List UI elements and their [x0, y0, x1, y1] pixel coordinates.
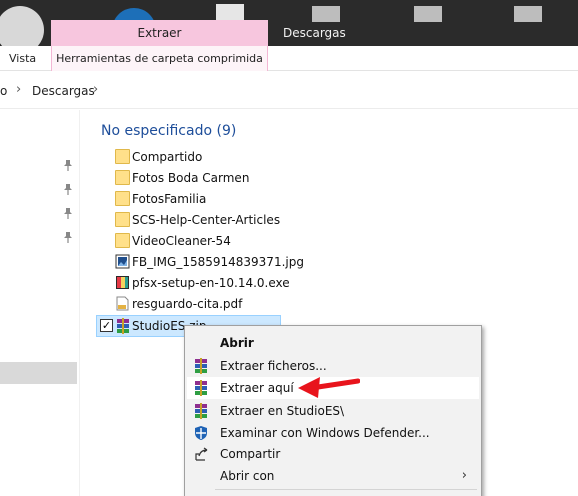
file-name: Compartido [132, 150, 203, 164]
menu-item-examinar-defender[interactable]: Examinar con Windows Defender... [187, 422, 479, 444]
breadcrumb-descargas[interactable]: Descargas [32, 84, 95, 98]
tab-vista[interactable]: Vista [9, 52, 36, 65]
windows-defender-icon [195, 426, 207, 440]
chevron-right-icon[interactable]: › [93, 82, 98, 97]
share-icon [195, 447, 208, 461]
list-item[interactable]: VideoCleaner-54 [113, 231, 313, 252]
title-strip: Extraer Descargas [0, 0, 578, 46]
menu-item-label: Compartir [220, 447, 281, 461]
ribbon-tab-bar: Vista Herramientas de carpeta comprimida [0, 46, 578, 71]
navigation-pane [0, 110, 80, 496]
list-item[interactable]: Compartido [113, 147, 313, 168]
menu-item-label: Abrir con [220, 469, 275, 483]
list-item[interactable]: pfsx-setup-en-10.14.0.exe [113, 273, 313, 294]
pdf-file-icon [116, 296, 129, 311]
desktop-icon-6 [514, 6, 542, 22]
annotation-arrow-icon [298, 377, 360, 398]
item-checkbox[interactable]: ✓ [100, 319, 113, 332]
menu-item-label: Abrir [220, 336, 254, 350]
pin-icon[interactable] [63, 159, 73, 171]
chevron-right-icon[interactable]: › [16, 82, 21, 97]
tab-extraer[interactable]: Extraer [51, 20, 268, 46]
menu-item-label: Extraer aquí [220, 381, 294, 395]
pin-icon[interactable] [63, 231, 73, 243]
pin-icon[interactable] [63, 207, 73, 219]
window-title-descargas: Descargas [283, 26, 346, 40]
menu-item-label: Extraer en StudioES\ [220, 404, 345, 418]
winrar-icon [195, 403, 207, 419]
folder-icon [115, 170, 130, 185]
image-file-icon [115, 254, 130, 269]
file-name: VideoCleaner-54 [132, 234, 231, 248]
winrar-archive-icon [117, 318, 129, 334]
menu-separator [215, 489, 477, 490]
desktop-icon-1 [0, 6, 44, 46]
menu-item-label: Examinar con Windows Defender... [220, 426, 430, 440]
menu-item-extraer-ficheros[interactable]: Extraer ficheros... [187, 355, 479, 377]
nav-selected-item[interactable] [0, 362, 77, 384]
file-name: pfsx-setup-en-10.14.0.exe [132, 276, 290, 290]
context-menu: Abrir Extraer ficheros... Extraer aquí E… [184, 325, 482, 496]
menu-item-label: Extraer ficheros... [220, 359, 327, 373]
list-item[interactable]: Fotos Boda Carmen [113, 168, 313, 189]
folder-icon [115, 212, 130, 227]
breadcrumb-previous[interactable]: o [0, 84, 7, 98]
desktop-icon-5 [414, 6, 442, 22]
pin-icon[interactable] [63, 183, 73, 195]
group-header[interactable]: No especificado (9) [101, 123, 236, 139]
menu-item-abrir[interactable]: Abrir [187, 332, 479, 354]
list-item[interactable]: FotosFamilia [113, 189, 313, 210]
folder-icon [115, 149, 130, 164]
file-name: Fotos Boda Carmen [132, 171, 250, 185]
folder-icon [115, 191, 130, 206]
file-name: FB_IMG_1585914839371.jpg [132, 255, 304, 269]
list-item[interactable]: resguardo-cita.pdf [113, 294, 313, 315]
menu-item-compartir[interactable]: Compartir [187, 443, 479, 465]
address-bar[interactable]: o › Descargas › [0, 71, 578, 109]
menu-item-extraer-en-studioes[interactable]: Extraer en StudioES\ [187, 400, 479, 422]
chevron-right-icon: › [461, 468, 467, 483]
menu-item-abrir-con[interactable]: Abrir con › [187, 465, 479, 487]
winrar-icon [195, 380, 207, 396]
file-name: resguardo-cita.pdf [132, 297, 243, 311]
winrar-icon [195, 358, 207, 374]
list-item[interactable]: FB_IMG_1585914839371.jpg [113, 252, 313, 273]
file-name: FotosFamilia [132, 192, 207, 206]
tab-herramientas-carpeta-comprimida[interactable]: Herramientas de carpeta comprimida [51, 46, 268, 71]
folder-icon [115, 233, 130, 248]
exe-file-icon [116, 276, 129, 289]
file-name: SCS-Help-Center-Articles [132, 213, 281, 227]
list-item[interactable]: SCS-Help-Center-Articles [113, 210, 313, 231]
